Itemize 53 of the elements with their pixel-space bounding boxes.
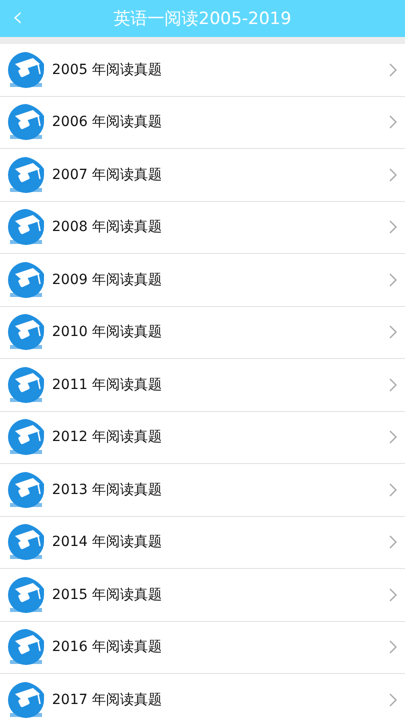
list-item[interactable]: 2008 年阅读真题 (0, 202, 405, 254)
list-item[interactable]: 2013 年阅读真题 (0, 464, 405, 516)
graduation-logo-icon (7, 364, 45, 405)
list-item[interactable]: 2014 年阅读真题 (0, 516, 405, 569)
graduation-logo-icon (7, 574, 45, 615)
list-item[interactable]: 2010 年阅读真题 (0, 306, 405, 359)
graduation-logo-icon (7, 207, 45, 248)
graduation-logo-icon (7, 522, 45, 562)
item-label: 2011 年阅读真题 (52, 376, 164, 394)
item-label: 2015 年阅读真题 (52, 586, 164, 604)
list-item[interactable]: 2017 年阅读真题 (0, 674, 405, 720)
graduation-logo-icon (7, 312, 45, 352)
graduation-logo-icon (7, 470, 45, 510)
item-label: 2007 年阅读真题 (52, 166, 164, 184)
list-item[interactable]: 2012 年阅读真题 (0, 412, 405, 464)
graduation-logo-icon (7, 627, 45, 668)
graduation-logo-icon (7, 50, 45, 90)
list-item[interactable]: 2007 年阅读真题 (0, 149, 405, 202)
list-item[interactable]: 2016 年阅读真题 (0, 622, 405, 674)
graduation-logo-icon (7, 417, 45, 458)
item-label: 2009 年阅读真题 (52, 270, 164, 289)
item-label: 2013 年阅读真题 (52, 480, 164, 499)
chevron-right-icon (389, 115, 397, 130)
item-label: 2017 年阅读真题 (52, 690, 164, 709)
chevron-right-icon (389, 168, 397, 182)
item-label: 2005 年阅读真题 (52, 60, 164, 79)
chevron-right-icon (389, 535, 397, 550)
graduation-logo-icon (7, 680, 45, 720)
chevron-right-icon (389, 62, 397, 77)
item-label: 2006 年阅读真题 (52, 113, 164, 132)
list-item[interactable]: 2009 年阅读真题 (0, 254, 405, 306)
chevron-right-icon (389, 588, 397, 602)
list-item[interactable]: 2015 年阅读真题 (0, 569, 405, 622)
list-item[interactable]: 2011 年阅读真题 (0, 359, 405, 412)
item-label: 2008 年阅读真题 (52, 218, 164, 236)
chevron-right-icon (389, 482, 397, 497)
item-label: 2010 年阅读真题 (52, 323, 164, 342)
chevron-right-icon (389, 692, 397, 707)
graduation-logo-icon (7, 154, 45, 195)
chevron-right-icon (389, 640, 397, 654)
chevron-right-icon (389, 378, 397, 392)
chevron-right-icon (389, 430, 397, 444)
chevron-right-icon (389, 220, 397, 234)
item-label: 2016 年阅读真题 (52, 638, 164, 656)
item-label: 2012 年阅读真题 (52, 428, 164, 446)
page-title: 英语一阅读2005-2019 (114, 8, 292, 30)
item-label: 2014 年阅读真题 (52, 533, 164, 552)
list-item[interactable]: 2006 年阅读真题 (0, 96, 405, 149)
graduation-logo-icon (7, 260, 45, 300)
graduation-logo-icon (7, 102, 45, 142)
chevron-right-icon (389, 272, 397, 287)
chevron-right-icon (389, 325, 397, 340)
list-item[interactable]: 2005 年阅读真题 (0, 44, 405, 96)
